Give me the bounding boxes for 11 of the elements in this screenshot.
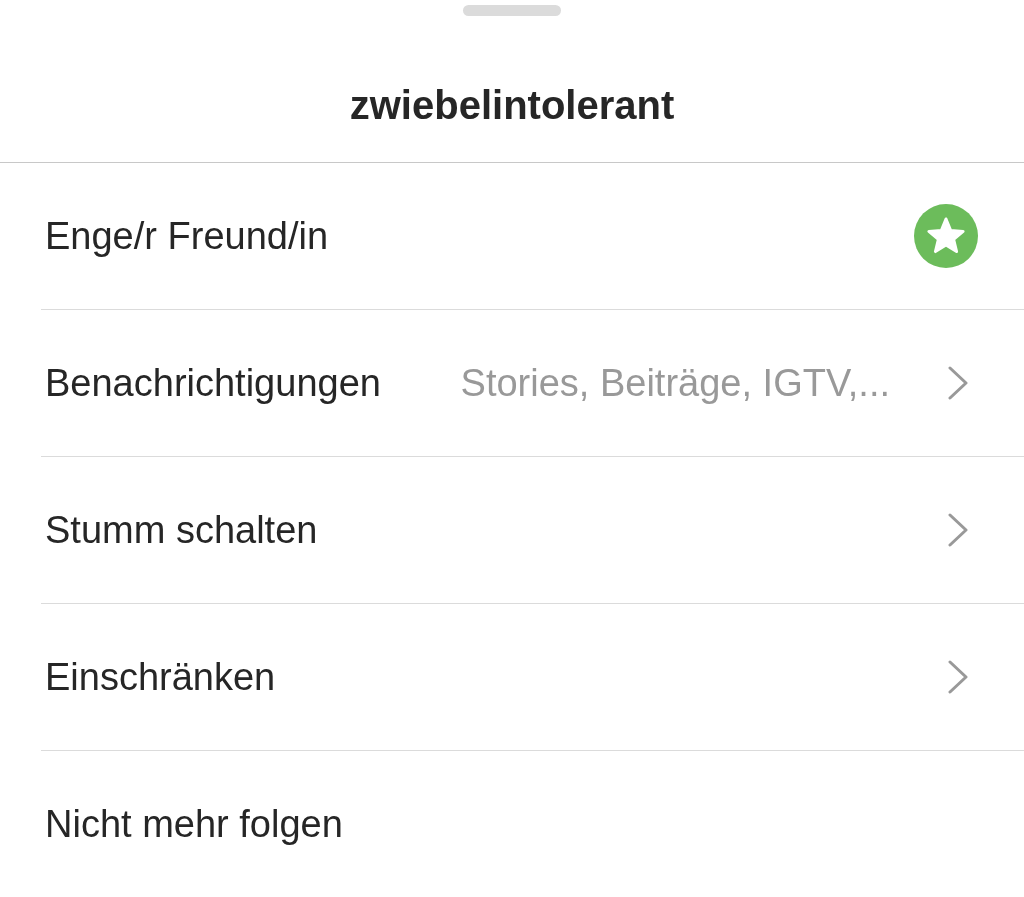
menu-item[interactable]: Nicht mehr folgen bbox=[0, 751, 1024, 897]
menu-item[interactable]: Enge/r Freund/in bbox=[0, 163, 1024, 309]
menu-item[interactable]: Stumm schalten bbox=[0, 457, 1024, 603]
value-text: Stories, Beiträge, IGTV,... bbox=[460, 361, 890, 405]
chevron-icon bbox=[948, 660, 968, 694]
menu-item[interactable]: Einschränken bbox=[0, 604, 1024, 750]
chevron-icon bbox=[948, 513, 968, 547]
chevron-icon bbox=[948, 366, 968, 400]
sheet-title: zwiebelintolerant bbox=[349, 82, 675, 128]
drag-handle[interactable] bbox=[463, 5, 561, 16]
menu-item[interactable]: Benachrichtigungen Stories, Beiträge, IGTV,... bbox=[0, 310, 1024, 456]
